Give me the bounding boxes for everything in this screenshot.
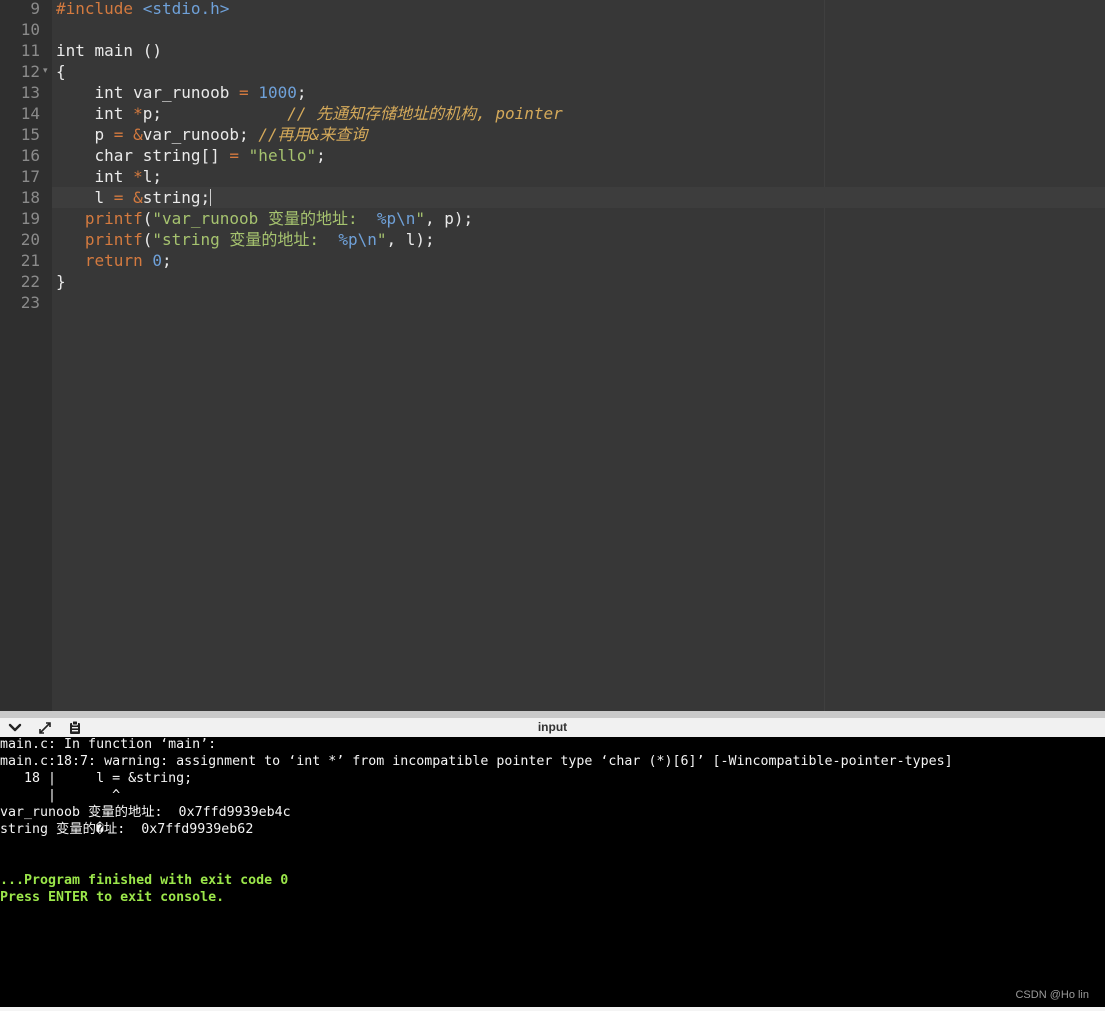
- exit-status-line: ...Program finished with exit code 0: [0, 873, 289, 888]
- line-number: 22: [20, 272, 40, 291]
- console-line: | ^: [0, 788, 121, 803]
- number-literal: 0: [152, 251, 162, 270]
- function-name: printf: [84, 209, 143, 228]
- line-number: 17: [20, 167, 40, 186]
- panel-splitter[interactable]: [0, 711, 1105, 718]
- console-line: var_runoob 变量的地址: 0x7ffd9939eb4c: [0, 805, 291, 820]
- include-header: <stdio.h>: [133, 0, 230, 18]
- line-number: 15: [20, 125, 40, 144]
- string-literal: "var_runoob 变量的地址:: [152, 209, 377, 228]
- line-number: 23: [20, 293, 40, 312]
- code-line-19[interactable]: printf("var_runoob 变量的地址: %p\n", p);: [56, 208, 473, 229]
- comment: // 先通知存储地址的机构, pointer: [287, 104, 563, 123]
- line-number: 10: [20, 20, 40, 39]
- preprocessor-directive: #include: [56, 0, 134, 18]
- code-line-11[interactable]: int main (): [56, 40, 162, 61]
- line-number: 9: [30, 0, 40, 18]
- console-line: main.c:18:7: warning: assignment to ‘int…: [0, 754, 953, 769]
- line-number: 13: [20, 83, 40, 102]
- string-literal: "string 变量的地址:: [152, 230, 339, 249]
- operator: =: [229, 146, 240, 165]
- return-keyword: return: [84, 251, 143, 270]
- code-line-15[interactable]: p = &var_runoob; //再用&来查询: [56, 124, 368, 145]
- line-number: 16: [20, 146, 40, 165]
- operator: *: [133, 104, 143, 123]
- console-output[interactable]: main.c: In function ‘main’: main.c:18:7:…: [0, 737, 1105, 1007]
- code-text: int: [56, 167, 134, 186]
- code-text: char string[]: [56, 146, 230, 165]
- operator: *: [133, 167, 143, 186]
- code-text: int var_runoob: [56, 83, 240, 102]
- code-text: ;: [296, 83, 307, 102]
- code-line-22[interactable]: }: [56, 271, 66, 292]
- print-margin-line: [824, 0, 825, 711]
- code-text: , p);: [425, 209, 474, 228]
- code-line-13[interactable]: int var_runoob = 1000;: [56, 82, 307, 103]
- code-text: p: [56, 125, 114, 144]
- address-operator: &: [133, 125, 143, 144]
- expand-icon[interactable]: [36, 719, 54, 736]
- code-text: (: [142, 230, 153, 249]
- code-text: (: [142, 209, 153, 228]
- code-text: string;: [142, 188, 211, 207]
- function-name: printf: [84, 230, 143, 249]
- number-literal: 1000: [258, 83, 297, 102]
- line-number: 12: [20, 62, 40, 81]
- string-literal: "hello": [248, 146, 317, 165]
- line-number-gutter: 9 10 11 12 ▾ 13 14 15 16 17 18 19 20 21 …: [0, 0, 52, 711]
- code-line-20[interactable]: printf("string 变量的地址: %p\n", l);: [56, 229, 435, 250]
- line-number: 19: [20, 209, 40, 228]
- operator: =: [113, 125, 124, 144]
- operator: =: [239, 83, 249, 102]
- clipboard-icon[interactable]: [66, 719, 84, 736]
- code-text: var_runoob;: [142, 125, 259, 144]
- press-enter-line: Press ENTER to exit console.: [0, 890, 225, 905]
- fold-arrow-icon[interactable]: ▾: [43, 61, 48, 82]
- line-number: 20: [20, 230, 40, 249]
- code-text: l: [56, 188, 114, 207]
- string-literal: ": [415, 209, 426, 228]
- code-line-18[interactable]: l = &string;: [56, 187, 212, 208]
- code-text: ;: [316, 146, 326, 165]
- code-line-9[interactable]: #include <stdio.h>: [56, 0, 229, 19]
- line-number: 18: [20, 188, 40, 207]
- chevron-down-icon[interactable]: [6, 719, 24, 736]
- code-line-14[interactable]: int *p; // 先通知存储地址的机构, pointer: [56, 103, 563, 124]
- code-text: l;: [142, 167, 162, 186]
- line-number: 21: [20, 251, 40, 270]
- bottom-border: [0, 1007, 1105, 1011]
- code-line-16[interactable]: char string[] = "hello";: [56, 145, 326, 166]
- code-text: ;: [161, 251, 172, 270]
- operator: =: [113, 188, 124, 207]
- io-panel-title: input: [537, 720, 568, 734]
- code-editor[interactable]: 9 10 11 12 ▾ 13 14 15 16 17 18 19 20 21 …: [0, 0, 1105, 711]
- line-number: 11: [20, 41, 40, 60]
- console-line: 18 | l = &string;: [0, 771, 193, 786]
- code-text: int: [56, 104, 134, 123]
- comment: //再用&来查询: [258, 125, 368, 144]
- watermark: CSDN @Ho lin: [1015, 989, 1089, 1001]
- line-number: 14: [20, 104, 40, 123]
- address-operator: &: [133, 188, 143, 207]
- code-line-12[interactable]: {: [56, 61, 66, 82]
- code-line-21[interactable]: return 0;: [56, 250, 172, 271]
- code-line-17[interactable]: int *l;: [56, 166, 162, 187]
- console-line: string 变量的�址: 0x7ffd9939eb62: [0, 822, 254, 837]
- io-panel-header: input: [0, 718, 1105, 737]
- format-specifier: %p\n: [338, 230, 377, 249]
- code-text: p;: [142, 104, 162, 123]
- code-text: , l);: [386, 230, 435, 249]
- console-line: main.c: In function ‘main’:: [0, 737, 217, 752]
- text-cursor: [210, 189, 212, 206]
- format-specifier: %p\n: [376, 209, 416, 228]
